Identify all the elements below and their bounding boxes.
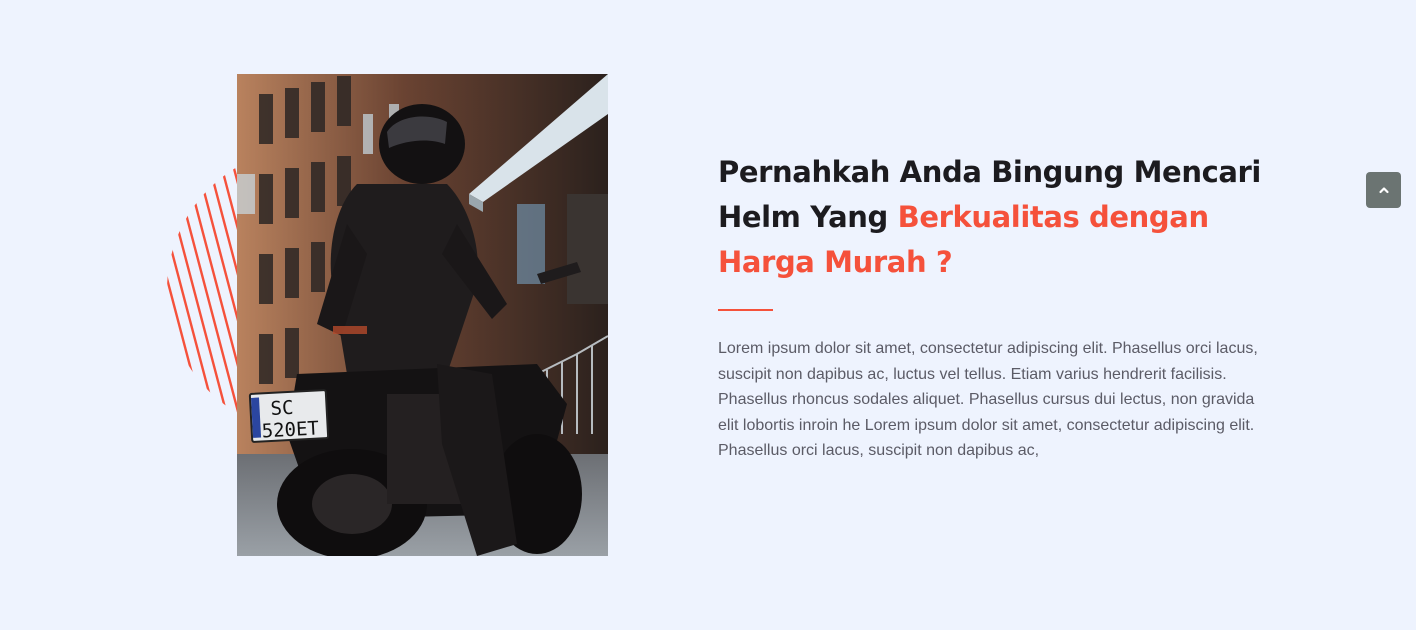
plate-line-2: 520ET	[261, 417, 319, 442]
scroll-top-button[interactable]	[1366, 172, 1401, 208]
chevron-up-icon	[1378, 187, 1389, 194]
photo-illustration: SC 520ET	[237, 74, 608, 556]
about-content: Pernahkah Anda Bingung Mencari Helm Yang…	[718, 150, 1278, 464]
license-plate: SC 520ET	[248, 389, 330, 443]
motorcyclist-photo: SC 520ET	[237, 74, 608, 556]
description-paragraph: Lorem ipsum dolor sit amet, consectetur …	[718, 340, 1258, 460]
section-heading: Pernahkah Anda Bingung Mencari Helm Yang…	[718, 150, 1278, 285]
heading-divider	[718, 309, 773, 311]
plate-line-1: SC	[270, 397, 294, 420]
